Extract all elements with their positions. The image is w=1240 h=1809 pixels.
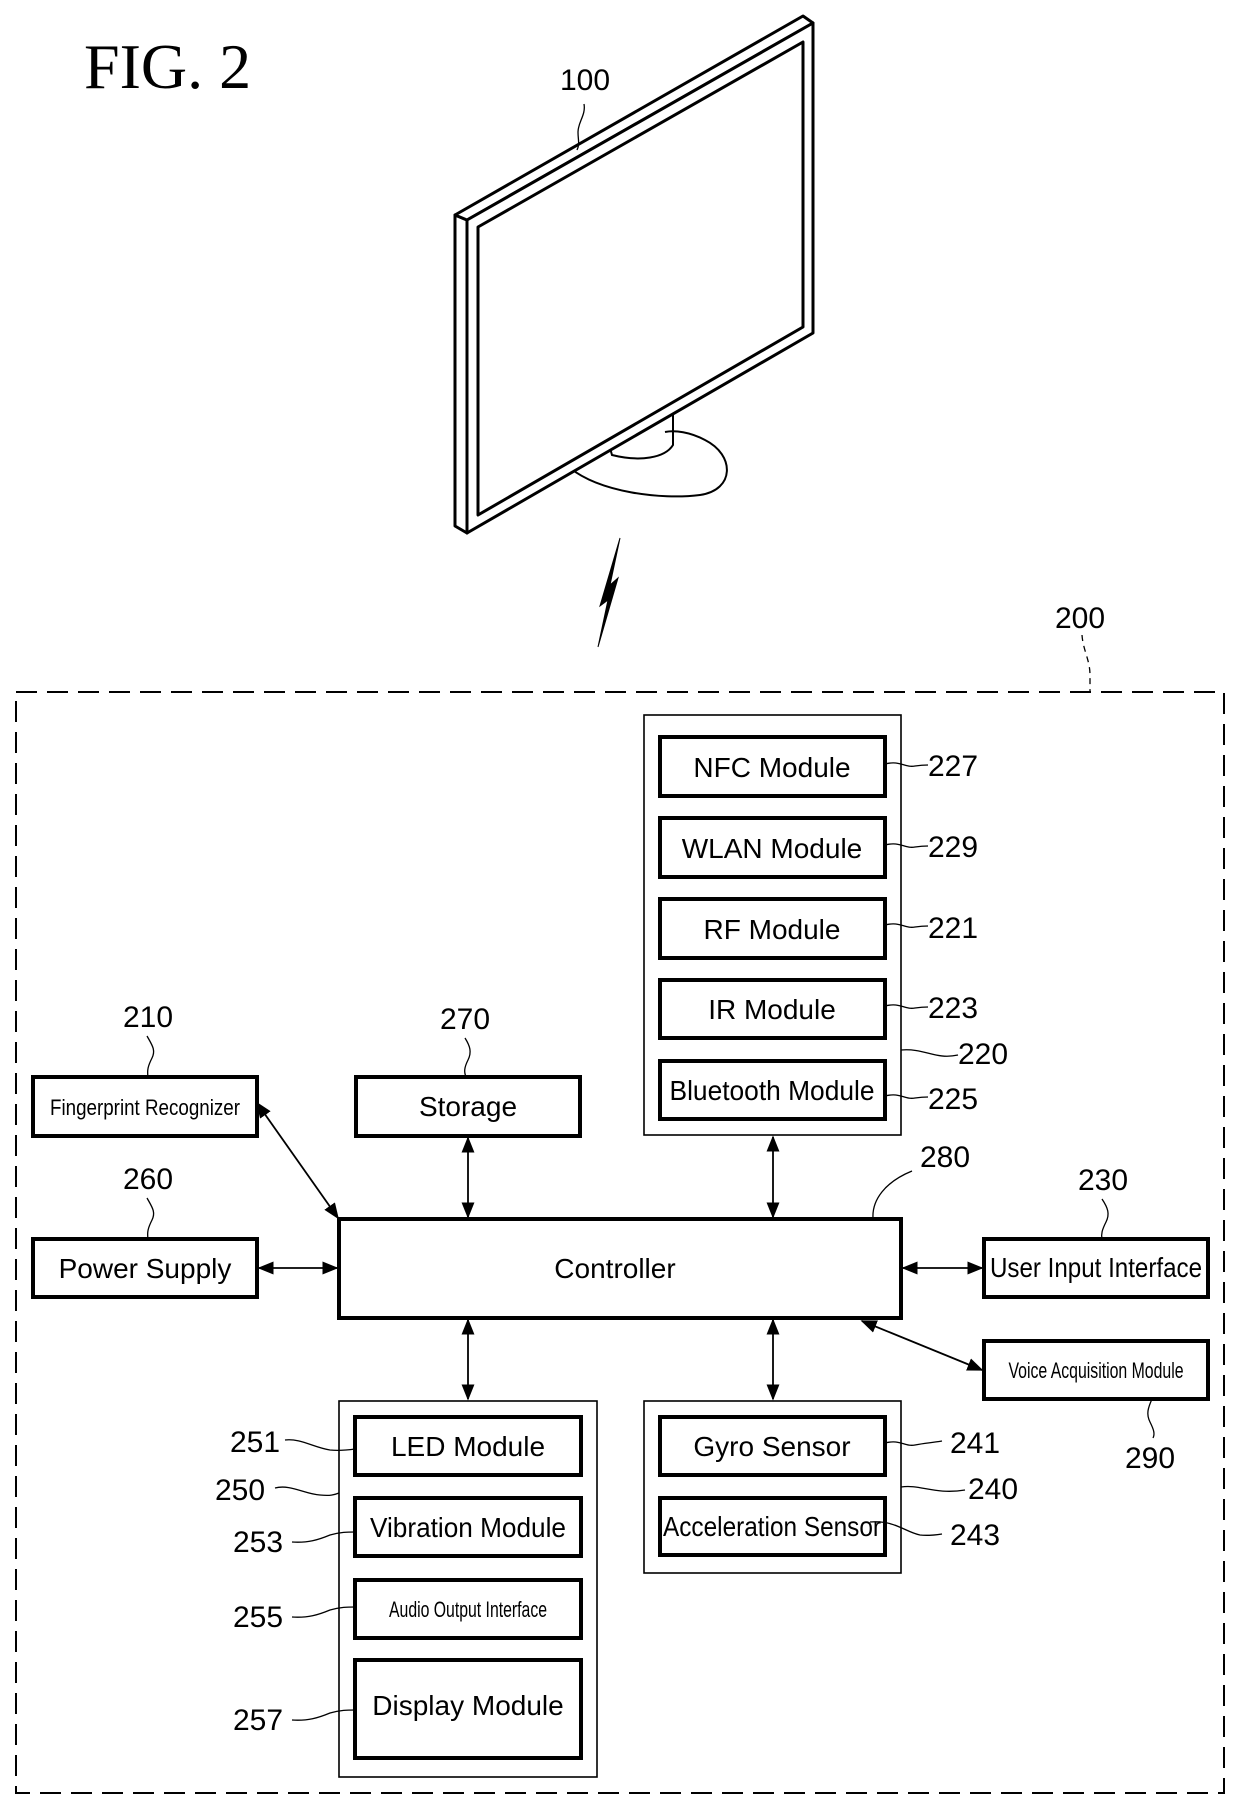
- ref-label-200: 200: [1055, 602, 1105, 635]
- led-module-label: LED Module: [391, 1431, 545, 1462]
- leader-220: [900, 1049, 959, 1057]
- bluetooth-module-label: Bluetooth Module: [670, 1075, 875, 1106]
- acceleration-sensor-label: Acceleration Sensor: [663, 1511, 881, 1542]
- fingerprint-recognizer-label: Fingerprint Recognizer: [50, 1095, 240, 1120]
- ref-label-229: 229: [928, 831, 978, 864]
- audio-output-interface-label: Audio Output Interface: [389, 1597, 547, 1622]
- wireless-signal-icon: [597, 537, 621, 648]
- ref-label-251: 251: [230, 1426, 280, 1459]
- ref-label-253: 253: [233, 1526, 283, 1559]
- leader-270: [464, 1037, 471, 1078]
- display-device-illustration: 100: [453, 14, 815, 535]
- acceleration-sensor-block[interactable]: Acceleration Sensor: [658, 1496, 887, 1557]
- ref-label-257: 257: [233, 1704, 283, 1737]
- bluetooth-module-block[interactable]: Bluetooth Module: [658, 1059, 887, 1121]
- gyro-sensor-block[interactable]: Gyro Sensor: [658, 1415, 887, 1477]
- ref-label-223: 223: [928, 992, 978, 1025]
- storage-block[interactable]: Storage: [354, 1075, 582, 1138]
- audio-output-interface-block[interactable]: Audio Output Interface: [353, 1578, 583, 1640]
- ref-label-210: 210: [123, 1001, 173, 1034]
- leader-230: [1100, 1198, 1109, 1240]
- ref-label-270: 270: [440, 1003, 490, 1036]
- controller-block[interactable]: Controller: [337, 1217, 903, 1320]
- arrow-controller-voice: [860, 1320, 984, 1371]
- display-module-label: Display Module: [372, 1690, 563, 1721]
- rf-module-label: RF Module: [704, 914, 841, 945]
- vibration-module-block[interactable]: Vibration Module: [353, 1496, 583, 1558]
- leader-280: [872, 1170, 913, 1219]
- wlan-module-label: WLAN Module: [682, 833, 863, 864]
- leader-290: [1147, 1398, 1155, 1439]
- figure-canvas: FIG. 2 100 200 NFC Module WLAN Module RF…: [15, 14, 1225, 1794]
- nfc-module-label: NFC Module: [693, 752, 850, 783]
- nfc-module-block[interactable]: NFC Module: [658, 735, 887, 798]
- controller-label: Controller: [554, 1253, 675, 1284]
- led-module-block[interactable]: LED Module: [353, 1415, 583, 1477]
- leader-250: [274, 1486, 340, 1497]
- ref-label-227: 227: [928, 750, 978, 783]
- ref-label-260: 260: [123, 1163, 173, 1196]
- arrow-fingerprint-controller: [256, 1101, 339, 1220]
- ref-label-241: 241: [950, 1427, 1000, 1460]
- user-input-interface-block[interactable]: User Input Interface: [982, 1237, 1210, 1299]
- vibration-module-label: Vibration Module: [370, 1512, 566, 1543]
- figure-title: FIG. 2: [84, 31, 251, 102]
- leader-260: [146, 1197, 155, 1240]
- storage-label: Storage: [419, 1091, 517, 1122]
- ref-label-230: 230: [1078, 1164, 1128, 1197]
- leader-240: [900, 1485, 966, 1492]
- display-module-block[interactable]: Display Module: [353, 1658, 583, 1760]
- ir-module-label: IR Module: [708, 994, 836, 1025]
- power-supply-label: Power Supply: [59, 1253, 232, 1284]
- gyro-sensor-label: Gyro Sensor: [693, 1431, 850, 1462]
- leader-200: [1081, 634, 1091, 692]
- ref-label-243: 243: [950, 1519, 1000, 1552]
- ref-label-225: 225: [928, 1083, 978, 1116]
- voice-acquisition-module-block[interactable]: Voice Acquisition Module: [982, 1339, 1210, 1401]
- ref-label-255: 255: [233, 1601, 283, 1634]
- ref-label-280: 280: [920, 1141, 970, 1174]
- ref-label-221: 221: [928, 912, 978, 945]
- ref-label-100: 100: [560, 64, 610, 97]
- voice-acquisition-module-label: Voice Acquisition Module: [1009, 1358, 1184, 1383]
- ref-label-290: 290: [1125, 1442, 1175, 1475]
- fingerprint-recognizer-block[interactable]: Fingerprint Recognizer: [31, 1075, 259, 1138]
- leader-210: [146, 1035, 155, 1078]
- ref-label-220: 220: [958, 1038, 1008, 1071]
- ref-label-250: 250: [215, 1474, 265, 1507]
- rf-module-block[interactable]: RF Module: [658, 897, 887, 960]
- monitor-side-edge: [453, 213, 469, 535]
- ref-label-240: 240: [968, 1473, 1018, 1506]
- wlan-module-block[interactable]: WLAN Module: [658, 816, 887, 879]
- power-supply-block[interactable]: Power Supply: [31, 1237, 259, 1299]
- ir-module-block[interactable]: IR Module: [658, 978, 887, 1040]
- user-input-interface-label: User Input Interface: [990, 1252, 1202, 1283]
